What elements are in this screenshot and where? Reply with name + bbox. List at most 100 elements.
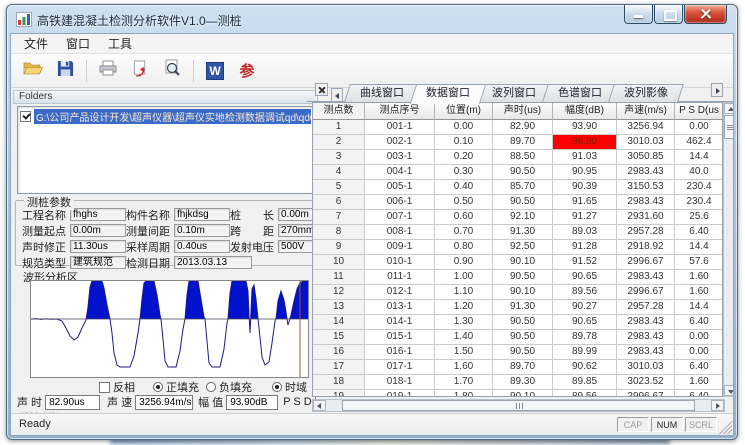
- table-cell[interactable]: 90.10: [493, 255, 553, 270]
- table-cell[interactable]: 0.40: [435, 180, 493, 195]
- table-row[interactable]: 15015-11.4090.5089.782983.430.00: [313, 330, 722, 345]
- invert-checkbox[interactable]: 反相: [99, 379, 135, 395]
- table-cell[interactable]: 90.39: [553, 180, 617, 195]
- table-cell[interactable]: 90.50: [493, 315, 553, 330]
- close-button[interactable]: [684, 5, 727, 24]
- table-row[interactable]: 18018-11.7089.3089.853023.521.60: [313, 375, 722, 390]
- table-cell[interactable]: 0.00: [675, 330, 723, 345]
- word-report-button[interactable]: W: [201, 58, 229, 84]
- table-cell[interactable]: 40.0: [675, 165, 723, 180]
- table-cell[interactable]: 91.28: [553, 240, 617, 255]
- table-cell[interactable]: 2983.43: [617, 315, 675, 330]
- table-cell[interactable]: 1.60: [675, 270, 723, 285]
- table-cell[interactable]: 91.30: [493, 225, 553, 240]
- table-cell[interactable]: 1.70: [435, 375, 493, 390]
- column-header[interactable]: 位置(m): [435, 103, 493, 120]
- tab[interactable]: 数据窗口: [413, 84, 483, 102]
- table-cell[interactable]: 90.95: [553, 165, 617, 180]
- table-cell[interactable]: 90.65: [553, 270, 617, 285]
- print-button[interactable]: [94, 58, 122, 84]
- table-cell[interactable]: 462.4: [675, 135, 723, 150]
- table-cell[interactable]: 002-1: [365, 135, 435, 150]
- table-cell[interactable]: 1.20: [435, 300, 493, 315]
- table-cell[interactable]: 15: [313, 330, 365, 345]
- tab[interactable]: 色谱窗口: [545, 84, 615, 102]
- table-cell[interactable]: 003-1: [365, 150, 435, 165]
- table-cell[interactable]: 90.50: [493, 270, 553, 285]
- scroll-right-icon[interactable]: [711, 400, 724, 411]
- table-cell[interactable]: 85.70: [493, 180, 553, 195]
- table-cell[interactable]: 3: [313, 150, 365, 165]
- table-cell[interactable]: 82.90: [493, 120, 553, 135]
- table-row[interactable]: 3003-10.2088.5091.033050.8514.4: [313, 150, 722, 165]
- table-cell[interactable]: 6.40: [675, 390, 723, 397]
- checkbox-icon[interactable]: [20, 111, 31, 122]
- table-cell[interactable]: 6.40: [675, 360, 723, 375]
- table-cell[interactable]: 004-1: [365, 165, 435, 180]
- export-button[interactable]: [126, 58, 154, 84]
- maximize-button[interactable]: [654, 5, 683, 24]
- table-cell[interactable]: 017-1: [365, 360, 435, 375]
- table-cell[interactable]: 007-1: [365, 210, 435, 225]
- table-row[interactable]: 17017-11.6089.7090.623010.036.40: [313, 360, 722, 375]
- menu-item[interactable]: 窗口: [57, 33, 99, 54]
- table-cell[interactable]: 230.4: [675, 180, 723, 195]
- horizontal-scrollbar[interactable]: [312, 399, 725, 412]
- table-cell[interactable]: 1.50: [435, 345, 493, 360]
- table-row[interactable]: 5005-10.4085.7090.393150.53230.4: [313, 180, 722, 195]
- resize-grip-icon[interactable]: [719, 421, 732, 434]
- table-cell[interactable]: 3023.52: [617, 375, 675, 390]
- table-cell[interactable]: 2957.28: [617, 300, 675, 315]
- table-cell[interactable]: 1.10: [435, 285, 493, 300]
- table-cell[interactable]: 1.80: [435, 390, 493, 397]
- table-cell[interactable]: 008-1: [365, 225, 435, 240]
- table-cell[interactable]: 2983.43: [617, 270, 675, 285]
- table-cell[interactable]: 10: [313, 255, 365, 270]
- table-cell[interactable]: 1: [313, 120, 365, 135]
- table-row[interactable]: 12012-11.1090.1089.562996.671.60: [313, 285, 722, 300]
- tab[interactable]: 波列窗口: [479, 84, 549, 102]
- positive-fill-radio[interactable]: 正填充: [153, 379, 199, 395]
- table-row[interactable]: 11011-11.0090.5090.652983.431.60: [313, 270, 722, 285]
- table-cell[interactable]: 90.50: [493, 345, 553, 360]
- column-header[interactable]: 测点序号: [365, 103, 435, 120]
- tab-scroll-right-icon[interactable]: [711, 83, 723, 97]
- table-cell[interactable]: 3050.85: [617, 150, 675, 165]
- table-cell[interactable]: 19: [313, 390, 365, 397]
- column-header[interactable]: 测点数: [313, 103, 365, 120]
- tab-scroll-left-icon[interactable]: [331, 88, 343, 102]
- table-cell[interactable]: 6.40: [675, 315, 723, 330]
- column-header[interactable]: 幅度(dB): [553, 103, 617, 120]
- table-cell[interactable]: 012-1: [365, 285, 435, 300]
- table-cell[interactable]: 006-1: [365, 195, 435, 210]
- table-cell[interactable]: 90.65: [553, 315, 617, 330]
- scroll-down-icon[interactable]: [724, 385, 734, 396]
- table-cell[interactable]: 91.30: [493, 300, 553, 315]
- table-cell[interactable]: 2983.43: [617, 165, 675, 180]
- menu-item[interactable]: 工具: [99, 33, 141, 54]
- table-cell[interactable]: 88.50: [493, 150, 553, 165]
- table-cell[interactable]: 0.50: [435, 195, 493, 210]
- table-cell[interactable]: 014-1: [365, 315, 435, 330]
- table-cell[interactable]: 89.56: [553, 390, 617, 397]
- table-cell[interactable]: 11: [313, 270, 365, 285]
- table-cell[interactable]: 1.60: [675, 285, 723, 300]
- open-file-button[interactable]: [19, 58, 47, 84]
- panel-close-icon[interactable]: [315, 83, 328, 96]
- table-cell[interactable]: 2996.67: [617, 390, 675, 397]
- table-cell[interactable]: 14.4: [675, 150, 723, 165]
- table-cell[interactable]: 90.10: [493, 285, 553, 300]
- table-cell[interactable]: 2983.43: [617, 195, 675, 210]
- table-cell[interactable]: 1.00: [435, 270, 493, 285]
- table-row[interactable]: 9009-10.8092.5091.282918.9214.4: [313, 240, 722, 255]
- tab[interactable]: 曲线窗口: [347, 84, 417, 102]
- table-cell[interactable]: 9: [313, 240, 365, 255]
- params-button[interactable]: 参: [233, 58, 261, 84]
- folder-path[interactable]: G:\公司产品设计开发\超声仪器\超声仪实地检测数据调试qd\qd03\qd03…: [34, 109, 311, 124]
- table-row[interactable]: 1001-10.0082.9093.903256.940.00: [313, 120, 722, 135]
- table-cell[interactable]: 0.60: [435, 210, 493, 225]
- table-cell[interactable]: 14: [313, 315, 365, 330]
- table-cell[interactable]: 3010.03: [617, 360, 675, 375]
- table-cell[interactable]: 6: [313, 195, 365, 210]
- time-domain-radio[interactable]: 时域: [272, 379, 307, 395]
